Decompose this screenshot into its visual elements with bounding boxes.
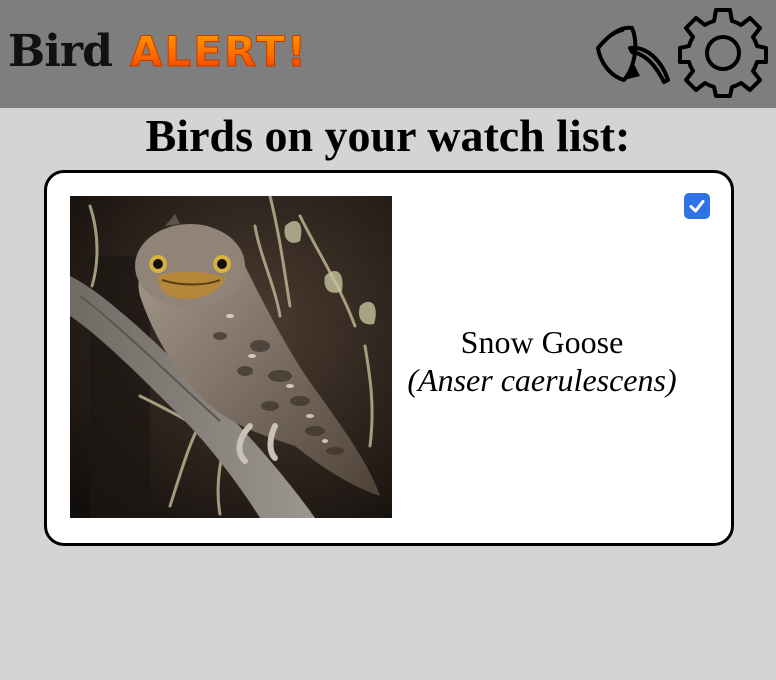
- page-title: Birds on your watch list:: [145, 110, 631, 161]
- gear-icon[interactable]: [676, 6, 770, 100]
- app-logo[interactable]: Bird ALERT!: [8, 22, 308, 82]
- bird-photo: [70, 196, 392, 518]
- feather-icon[interactable]: [590, 18, 674, 88]
- app-header: Bird ALERT!: [0, 0, 776, 108]
- bird-common-name[interactable]: Snow Goose: [392, 323, 692, 361]
- logo-word-alert: ALERT!: [129, 22, 308, 82]
- watch-checkbox[interactable]: [684, 193, 710, 219]
- watchlist-card: Snow Goose (Anser caerulescens): [44, 170, 734, 546]
- checkmark-icon: [689, 200, 705, 213]
- bird-scientific-name: (Anser caerulescens): [407, 362, 677, 398]
- logo-word-bird: Bird: [8, 26, 113, 77]
- bird-names: Snow Goose (Anser caerulescens): [392, 323, 692, 399]
